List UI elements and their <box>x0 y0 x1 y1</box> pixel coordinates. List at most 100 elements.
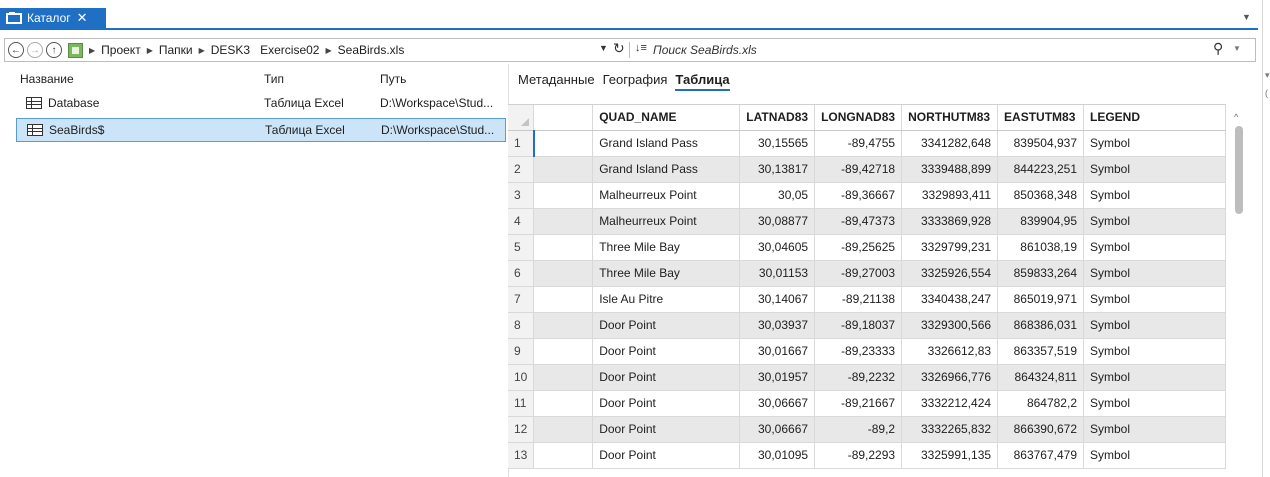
lat-cell[interactable]: 30,01957 <box>739 364 816 391</box>
breadcrumb-item[interactable]: Exercise02 <box>260 43 319 57</box>
forward-icon[interactable]: → <box>27 42 43 58</box>
lon-cell[interactable]: -89,47373 <box>814 208 903 235</box>
legend-cell[interactable]: Symbol <box>1083 364 1226 391</box>
breadcrumb-item[interactable]: Папки <box>159 43 193 57</box>
blank-cell[interactable] <box>533 390 594 417</box>
column-header-type[interactable]: Тип <box>264 72 284 86</box>
legend-cell[interactable]: Symbol <box>1083 338 1226 365</box>
search-icon[interactable]: ⚲ <box>1213 40 1223 57</box>
east-cell[interactable]: 864324,811 <box>997 364 1084 391</box>
row-number[interactable]: 12 <box>508 416 535 443</box>
north-cell[interactable]: 3325991,135 <box>901 442 999 469</box>
row-number[interactable]: 3 <box>508 182 535 209</box>
lat-cell[interactable]: 30,14067 <box>739 286 816 313</box>
lon-cell[interactable]: -89,42718 <box>814 156 903 183</box>
row-number[interactable]: 9 <box>508 338 535 365</box>
north-cell[interactable]: 3326612,83 <box>901 338 999 365</box>
legend-cell[interactable]: Symbol <box>1083 260 1226 287</box>
table-row[interactable]: 4 Malheurreux Point 30,08877 -89,47373 33338… <box>508 208 1226 235</box>
blank-cell[interactable] <box>533 234 594 261</box>
lon-cell[interactable]: -89,18037 <box>814 312 903 339</box>
lat-cell[interactable]: 30,05 <box>739 182 816 209</box>
quad-name[interactable]: Door Point <box>592 364 741 391</box>
lat-cell[interactable]: 30,15565 <box>739 130 816 157</box>
column-header-northutm83[interactable]: NORTHUTM83 <box>901 105 999 131</box>
table-row[interactable]: 5 Three Mile Bay 30,04605 -89,25625 3329799,… <box>508 234 1226 261</box>
lat-cell[interactable]: 30,04605 <box>739 234 816 261</box>
legend-cell[interactable]: Symbol <box>1083 156 1226 183</box>
east-cell[interactable]: 865019,971 <box>997 286 1084 313</box>
lat-cell[interactable]: 30,01153 <box>739 260 816 287</box>
legend-cell[interactable]: Symbol <box>1083 234 1226 261</box>
tab-catalog[interactable]: Каталог ✕ <box>0 8 106 28</box>
refresh-icon[interactable]: ↻ <box>613 40 625 57</box>
quad-name[interactable]: Door Point <box>592 390 741 417</box>
blank-cell[interactable] <box>533 416 594 443</box>
lon-cell[interactable]: -89,21667 <box>814 390 903 417</box>
table-row[interactable]: 7 Isle Au Pitre 30,14067 -89,21138 3340438,2… <box>508 286 1226 313</box>
quad-name[interactable]: Grand Island Pass <box>592 130 741 157</box>
list-item[interactable]: SeaBirds$ Таблица Excel D:\Workspace\Stu… <box>16 118 506 142</box>
lon-cell[interactable]: -89,2232 <box>814 364 903 391</box>
lat-cell[interactable]: 30,13817 <box>739 156 816 183</box>
legend-cell[interactable]: Symbol <box>1083 182 1226 209</box>
lon-cell[interactable]: -89,2293 <box>814 442 903 469</box>
north-cell[interactable]: 3333869,928 <box>901 208 999 235</box>
north-cell[interactable]: 3329300,566 <box>901 312 999 339</box>
chevron-down-icon[interactable]: ▼ <box>1242 12 1251 22</box>
chevron-down-icon[interactable]: ▼ <box>599 43 608 53</box>
blank-cell[interactable] <box>533 208 594 235</box>
row-number[interactable]: 6 <box>508 260 535 287</box>
blank-cell[interactable] <box>533 338 594 365</box>
row-number[interactable]: 5 <box>508 234 535 261</box>
column-header-longnad83[interactable]: LONGNAD83 <box>814 105 903 131</box>
east-cell[interactable]: 844223,251 <box>997 156 1084 183</box>
blank-cell[interactable] <box>533 364 594 391</box>
column-header-eastutm83[interactable]: EASTUTM83 <box>997 105 1084 131</box>
chevron-down-icon[interactable]: ▼ <box>1233 44 1241 53</box>
legend-cell[interactable]: Symbol <box>1083 416 1226 443</box>
lon-cell[interactable]: -89,4755 <box>814 130 903 157</box>
column-header-quad-name[interactable]: QUAD_NAME <box>592 105 741 131</box>
row-number[interactable]: 7 <box>508 286 535 313</box>
legend-cell[interactable]: Symbol <box>1083 286 1226 313</box>
quad-name[interactable]: Door Point <box>592 338 741 365</box>
legend-cell[interactable]: Symbol <box>1083 442 1226 469</box>
table-row[interactable]: 13 Door Point 30,01095 -89,2293 3325991,135 8… <box>508 442 1226 469</box>
legend-cell[interactable]: Symbol <box>1083 208 1226 235</box>
column-header-path[interactable]: Путь <box>380 72 406 86</box>
breadcrumb-item[interactable]: DESK3 <box>211 43 250 57</box>
scroll-up-icon[interactable]: ^ <box>1234 112 1238 122</box>
table-row[interactable]: 3 Malheurreux Point 30,05 -89,36667 3329893,… <box>508 182 1226 209</box>
table-row[interactable]: 2 Grand Island Pass 30,13817 -89,42718 33394… <box>508 156 1226 183</box>
row-number[interactable]: 13 <box>508 442 535 469</box>
blank-cell[interactable] <box>533 442 594 469</box>
blank-cell[interactable] <box>533 286 594 313</box>
lat-cell[interactable]: 30,06667 <box>739 416 816 443</box>
legend-cell[interactable]: Symbol <box>1083 390 1226 417</box>
breadcrumb-item[interactable]: Проект <box>101 43 141 57</box>
table-row[interactable]: 12 Door Point 30,06667 -89,2 3332265,832 8663… <box>508 416 1226 443</box>
quad-name[interactable]: Three Mile Bay <box>592 260 741 287</box>
north-cell[interactable]: 3329893,411 <box>901 182 999 209</box>
scrollbar-thumb[interactable] <box>1235 126 1243 214</box>
quad-name[interactable]: Grand Island Pass <box>592 156 741 183</box>
east-cell[interactable]: 866390,672 <box>997 416 1084 443</box>
lon-cell[interactable]: -89,2 <box>814 416 903 443</box>
tab-metadata[interactable]: Метаданные <box>518 72 595 91</box>
lat-cell[interactable]: 30,01095 <box>739 442 816 469</box>
legend-cell[interactable]: Symbol <box>1083 312 1226 339</box>
north-cell[interactable]: 3340438,247 <box>901 286 999 313</box>
east-cell[interactable]: 863767,479 <box>997 442 1084 469</box>
table-row[interactable]: 1 Grand Island Pass 30,15565 -89,4755 334128… <box>508 130 1226 157</box>
north-cell[interactable]: 3332212,424 <box>901 390 999 417</box>
lon-cell[interactable]: -89,23333 <box>814 338 903 365</box>
east-cell[interactable]: 850368,348 <box>997 182 1084 209</box>
quad-name[interactable]: Isle Au Pitre <box>592 286 741 313</box>
legend-cell[interactable]: Symbol <box>1083 130 1226 157</box>
close-icon[interactable]: ✕ <box>77 10 88 26</box>
east-cell[interactable]: 839504,937 <box>997 130 1084 157</box>
up-icon[interactable]: ↑ <box>46 42 62 58</box>
column-header-latnad83[interactable]: LATNAD83 <box>739 105 816 131</box>
row-number[interactable]: 2 <box>508 156 535 183</box>
